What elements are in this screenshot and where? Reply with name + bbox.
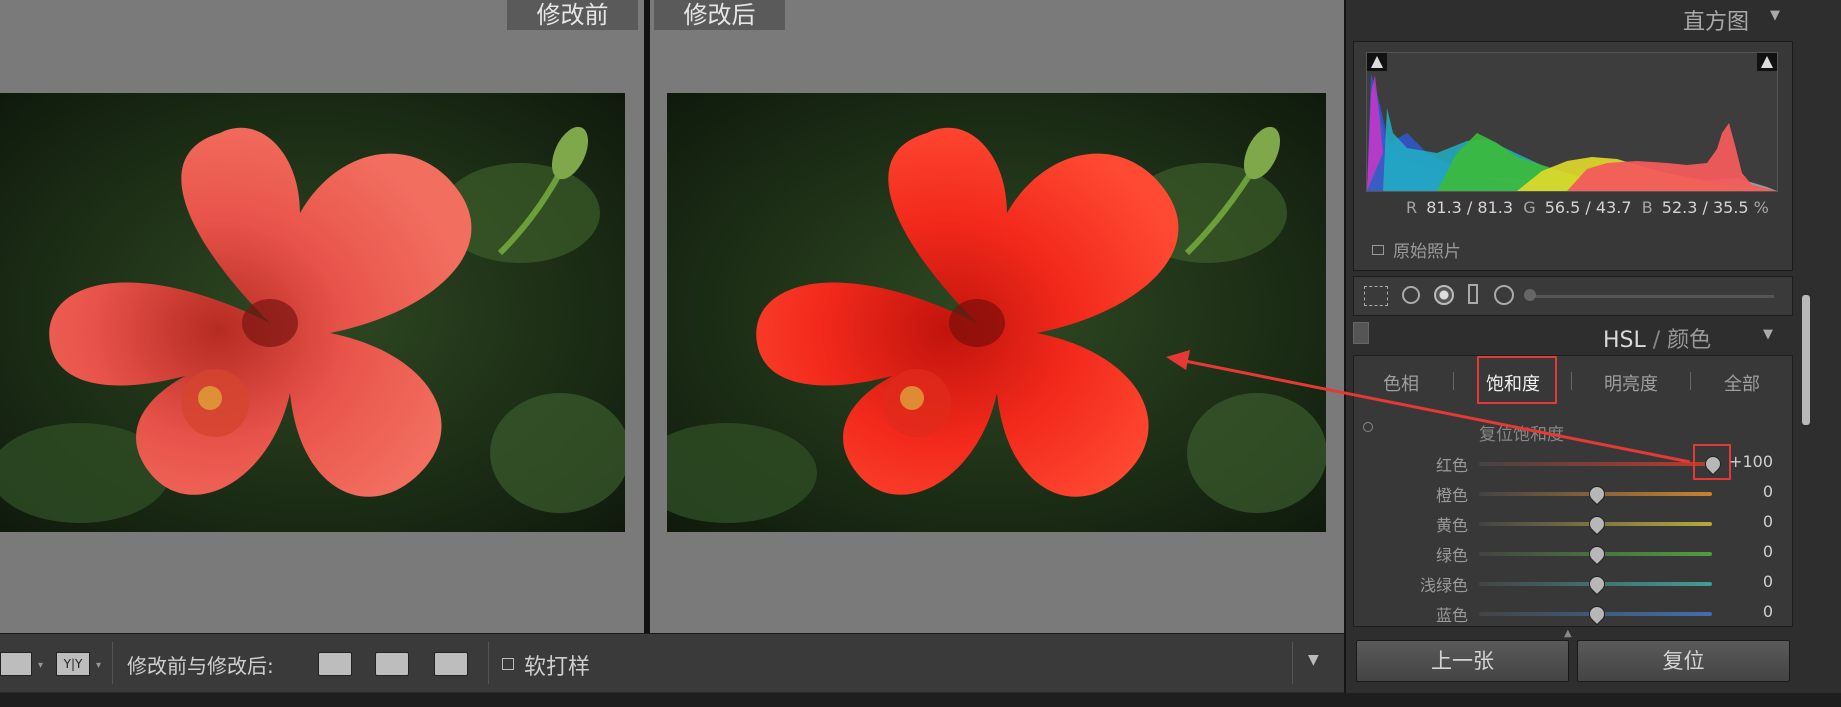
annotation-arrow bbox=[1166, 350, 1691, 464]
